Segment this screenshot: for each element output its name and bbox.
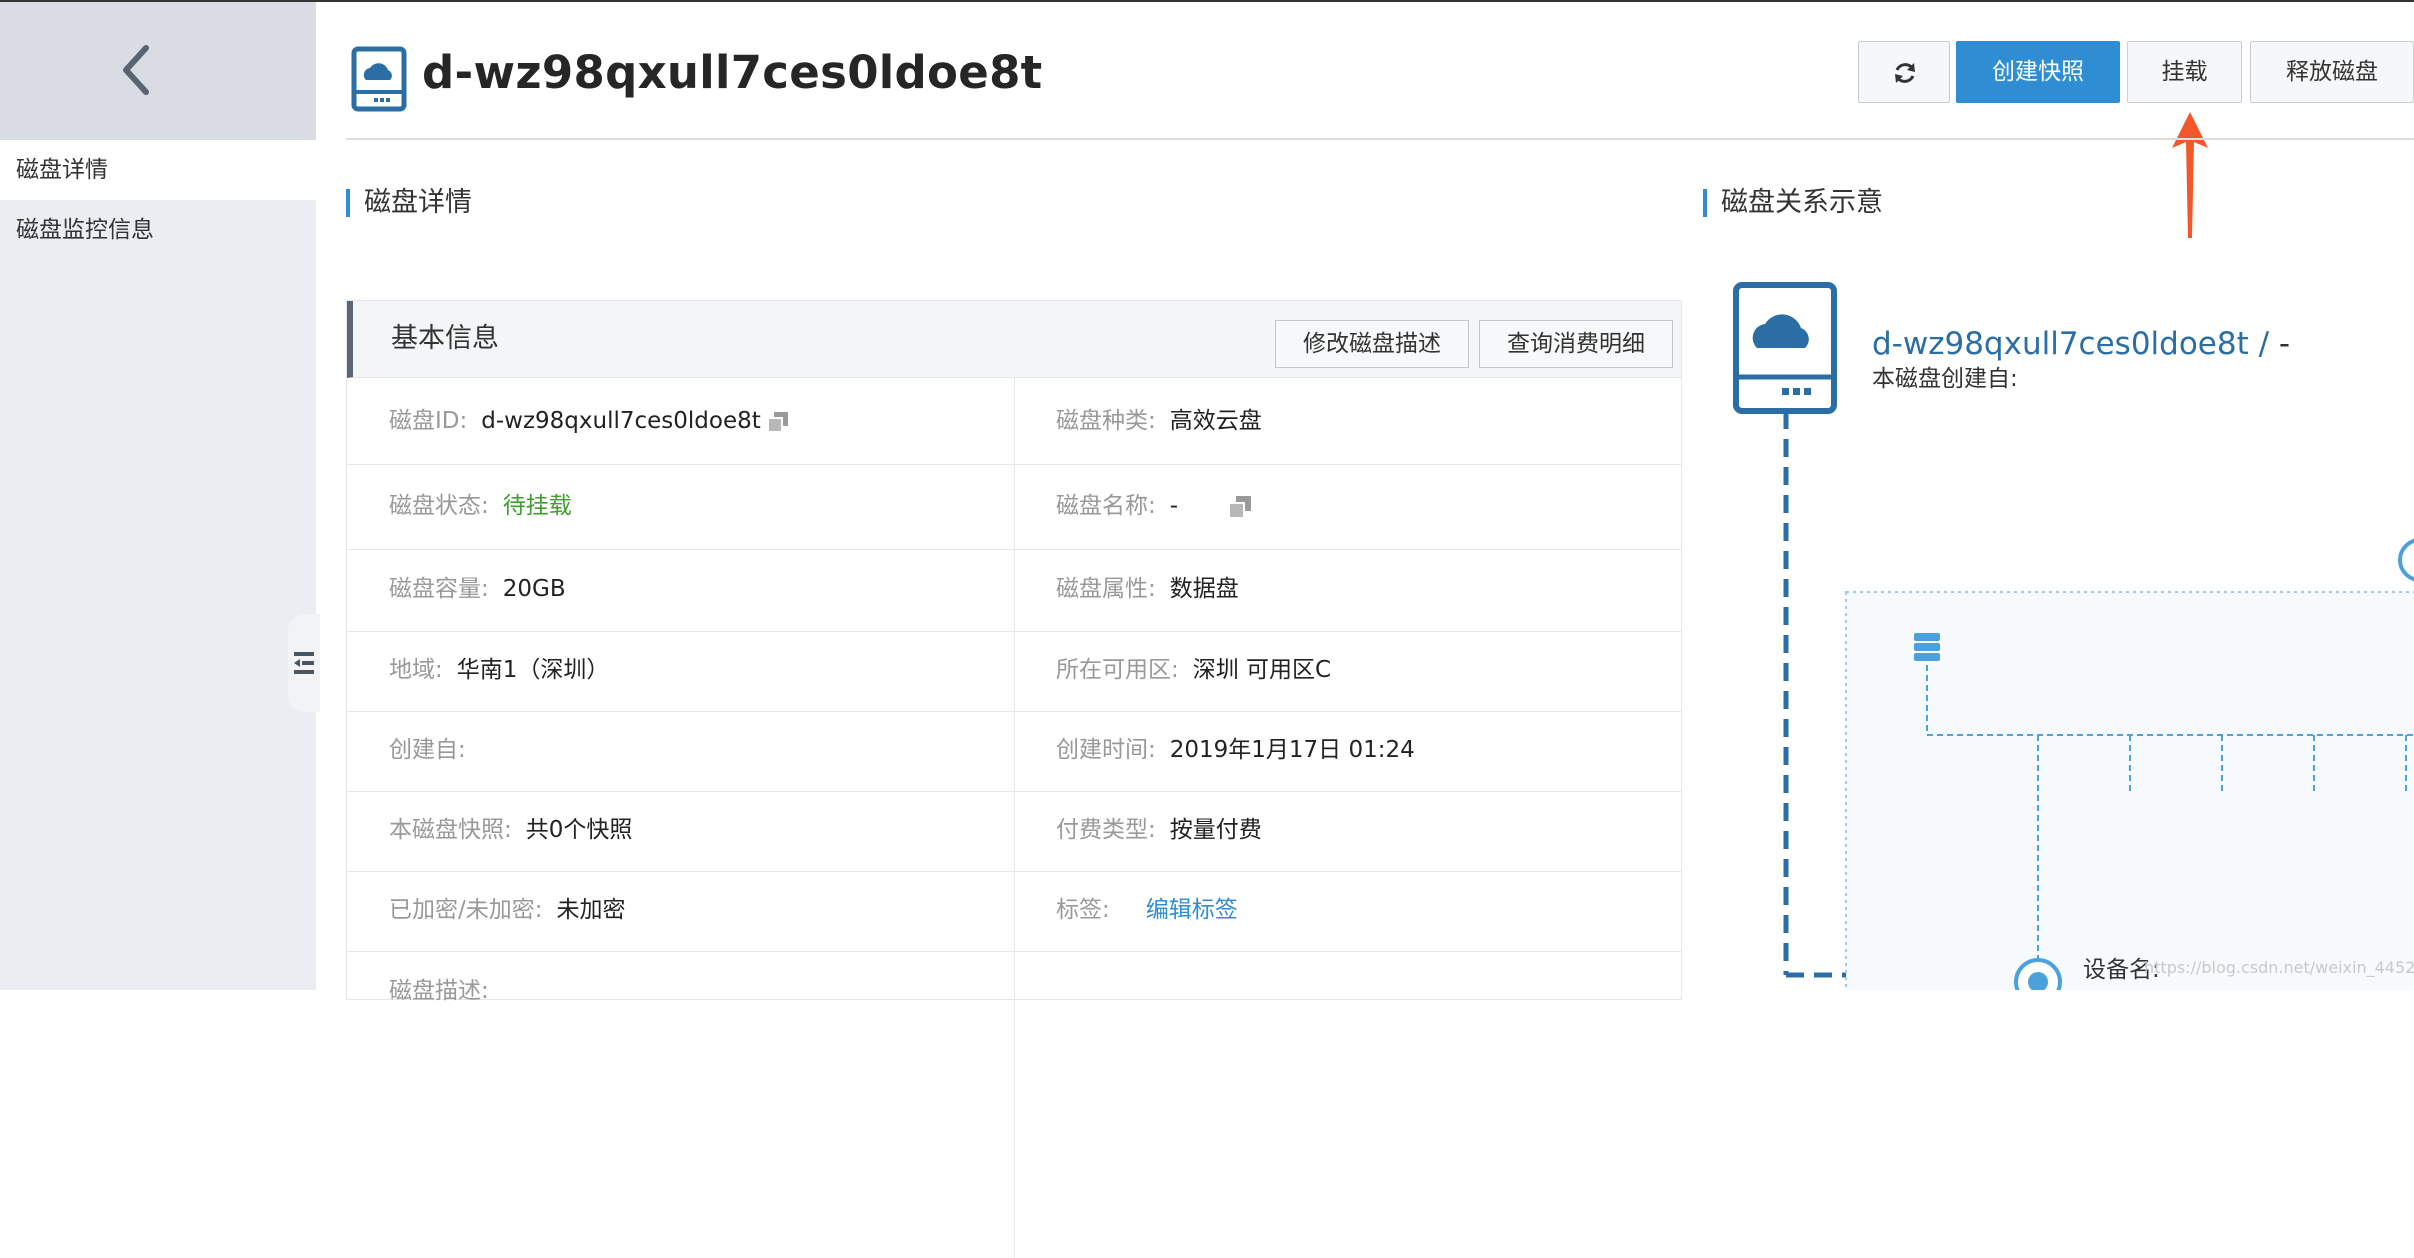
table-row: 地域: 华南1（深圳） 所在可用区: 深圳 可用区C [347, 631, 1681, 712]
diagram-created-from: 本磁盘创建自: [1872, 366, 2018, 392]
zone-value: 深圳 可用区C [1192, 657, 1332, 683]
encryption-label: 已加密/未加密: [389, 897, 543, 923]
sidebar-item-label: 磁盘详情 [16, 157, 108, 183]
disk-name-label: 磁盘名称: [1056, 493, 1156, 519]
sidebar-item-disk-monitoring[interactable]: 磁盘监控信息 [0, 200, 316, 260]
snapshots-label: 本磁盘快照: [389, 817, 512, 843]
created-from-label: 创建自: [389, 737, 466, 763]
disk-description-label: 磁盘描述: [389, 978, 489, 1004]
tags-label: 标签: [1056, 897, 1110, 923]
copy-icon[interactable] [766, 411, 789, 433]
snapshots-value: 共0个快照 [525, 817, 633, 843]
basic-info-panel: 基本信息 修改磁盘描述 查询消费明细 磁盘ID: d-wz98qxull7ces0… [346, 300, 1682, 1258]
zone-label: 所在可用区: [1056, 657, 1179, 683]
disk-icon [351, 46, 407, 112]
header-divider [346, 138, 2414, 140]
disk-name-value: - [1169, 493, 1179, 519]
encryption-value: 未加密 [556, 897, 626, 923]
sidebar-item-disk-details[interactable]: 磁盘详情 [0, 140, 316, 200]
collapse-icon [294, 652, 314, 674]
billing-type-label: 付费类型: [1056, 817, 1156, 843]
table-row: 本磁盘快照: 共0个快照 付费类型: 按量付费 [347, 791, 1681, 872]
query-billing-button[interactable]: 查询消费明细 [1479, 320, 1673, 368]
edit-description-button[interactable]: 修改磁盘描述 [1275, 320, 1469, 368]
created-time-label: 创建时间: [1056, 737, 1156, 763]
diagram-disk-suffix: - [2278, 326, 2291, 362]
disk-status-value: 待挂载 [502, 493, 572, 519]
table-row: 磁盘容量: 20GB 磁盘属性: 数据盘 [347, 549, 1681, 632]
refresh-icon [1895, 63, 1915, 83]
disk-attribute-value: 数据盘 [1169, 576, 1239, 602]
disk-node-icon [1733, 282, 1837, 414]
disk-attribute-label: 磁盘属性: [1056, 576, 1156, 602]
table-row: 创建自: 创建时间: 2019年1月17日 01:24 [347, 711, 1681, 792]
annotation-arrow-icon [2172, 112, 2208, 238]
region-value: 华南1（深圳） [456, 657, 610, 683]
disk-type-label: 磁盘种类: [1056, 408, 1156, 434]
back-button[interactable] [0, 2, 316, 141]
create-snapshot-button[interactable]: 创建快照 [1956, 41, 2120, 103]
disk-id-value: d-wz98qxull7ces0ldoe8t [481, 408, 761, 434]
billing-type-value: 按量付费 [1169, 817, 1262, 843]
section-title-disk-details: 磁盘详情 [346, 183, 472, 223]
table-row: 磁盘状态: 待挂载 磁盘名称: - [347, 464, 1681, 550]
region-label: 地域: [389, 657, 443, 683]
sidebar-collapse-handle[interactable] [288, 614, 320, 712]
refresh-button[interactable] [1858, 41, 1950, 103]
disk-status-label: 磁盘状态: [389, 493, 489, 519]
chevron-left-icon [123, 45, 149, 95]
relation-diagram [1733, 282, 2414, 990]
disk-id-label: 磁盘ID: [389, 408, 468, 434]
edit-tags-link[interactable]: 编辑标签 [1146, 897, 1238, 923]
diagram-disk-id[interactable]: d-wz98qxull7ces0ldoe8t / [1872, 326, 2269, 362]
top-border [0, 0, 2414, 2]
edit-name-icon[interactable] [1228, 495, 1252, 519]
basic-info-header: 基本信息 修改磁盘描述 查询消费明细 [347, 301, 1681, 378]
basic-info-title: 基本信息 [391, 323, 499, 354]
table-row: 磁盘ID: d-wz98qxull7ces0ldoe8t 磁盘种类: 高效云盘 [347, 378, 1681, 465]
table-row: 已加密/未加密: 未加密 标签: 编辑标签 [347, 871, 1681, 952]
sidebar-item-label: 磁盘监控信息 [16, 217, 154, 243]
disk-capacity-label: 磁盘容量: [389, 576, 489, 602]
sidebar: 磁盘详情 磁盘监控信息 [0, 2, 320, 990]
attach-button[interactable]: 挂载 [2127, 41, 2242, 103]
disk-type-value: 高效云盘 [1169, 408, 1262, 434]
created-time-value: 2019年1月17日 01:24 [1169, 737, 1415, 763]
watermark: https://blog.csdn.net/weixin_44525772 [2144, 958, 2414, 977]
section-title-disk-relation: 磁盘关系示意 [1703, 183, 1883, 223]
page-title: d-wz98qxull7ces0ldoe8t [422, 46, 1043, 99]
disk-capacity-value: 20GB [502, 576, 566, 602]
release-disk-button[interactable]: 释放磁盘 [2250, 41, 2414, 103]
diagram-disk-name: d-wz98qxull7ces0ldoe8t / - [1872, 322, 2290, 366]
server-icon [1914, 633, 1940, 661]
